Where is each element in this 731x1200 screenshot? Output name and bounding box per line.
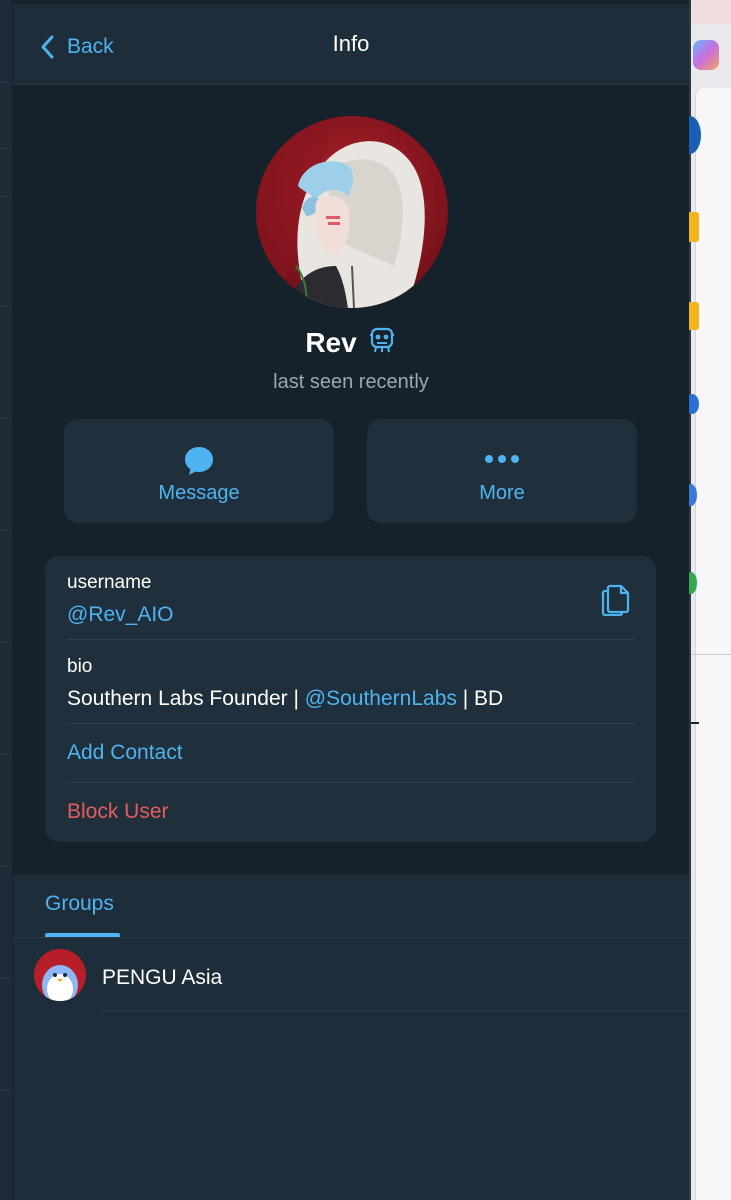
username-value[interactable]: @Rev_AIO	[67, 603, 174, 627]
username-label: username	[67, 572, 152, 593]
active-tab-indicator	[45, 933, 120, 937]
add-contact-button[interactable]: Add Contact	[67, 741, 183, 765]
bio-suffix: | BD	[456, 687, 504, 710]
background-app-edge	[679, 0, 731, 1200]
emoji-status-icon[interactable]	[367, 325, 397, 360]
group-avatar	[34, 949, 86, 1001]
more-label: More	[479, 482, 525, 504]
more-dots-icon	[485, 455, 519, 463]
background-window-edge	[0, 0, 13, 1200]
copy-icon[interactable]	[599, 580, 633, 621]
message-label: Message	[158, 482, 240, 504]
bio-prefix: Southern Labs Founder |	[67, 687, 305, 710]
more-button[interactable]: More	[367, 419, 637, 523]
profile-avatar[interactable]	[256, 116, 448, 308]
group-list-item[interactable]: PENGU Asia	[13, 938, 689, 1011]
page-title: Info	[332, 31, 370, 56]
chat-bubble-icon	[185, 447, 213, 475]
last-seen-status: last seen recently	[273, 371, 429, 393]
tab-groups[interactable]: Groups	[45, 892, 114, 916]
group-name: PENGU Asia	[102, 966, 223, 989]
block-user-button[interactable]: Block User	[67, 800, 169, 824]
info-card: username @Rev_AIO bio Southern Labs Foun…	[45, 556, 656, 842]
profile-name: Rev	[305, 326, 357, 358]
info-header: Back Info	[13, 0, 689, 85]
profile-section: Rev last seen recently Message More user…	[13, 85, 689, 874]
contact-info-panel: Back Info Rev last seen recently Message…	[13, 0, 689, 1200]
bio-mention-link[interactable]: @SouthernLabs	[305, 687, 457, 710]
shared-media-tabs: Groups	[13, 874, 689, 938]
bio-label: bio	[67, 656, 93, 677]
message-button[interactable]: Message	[64, 419, 334, 523]
bio-text: Southern Labs Founder | @SouthernLabs | …	[67, 687, 503, 711]
